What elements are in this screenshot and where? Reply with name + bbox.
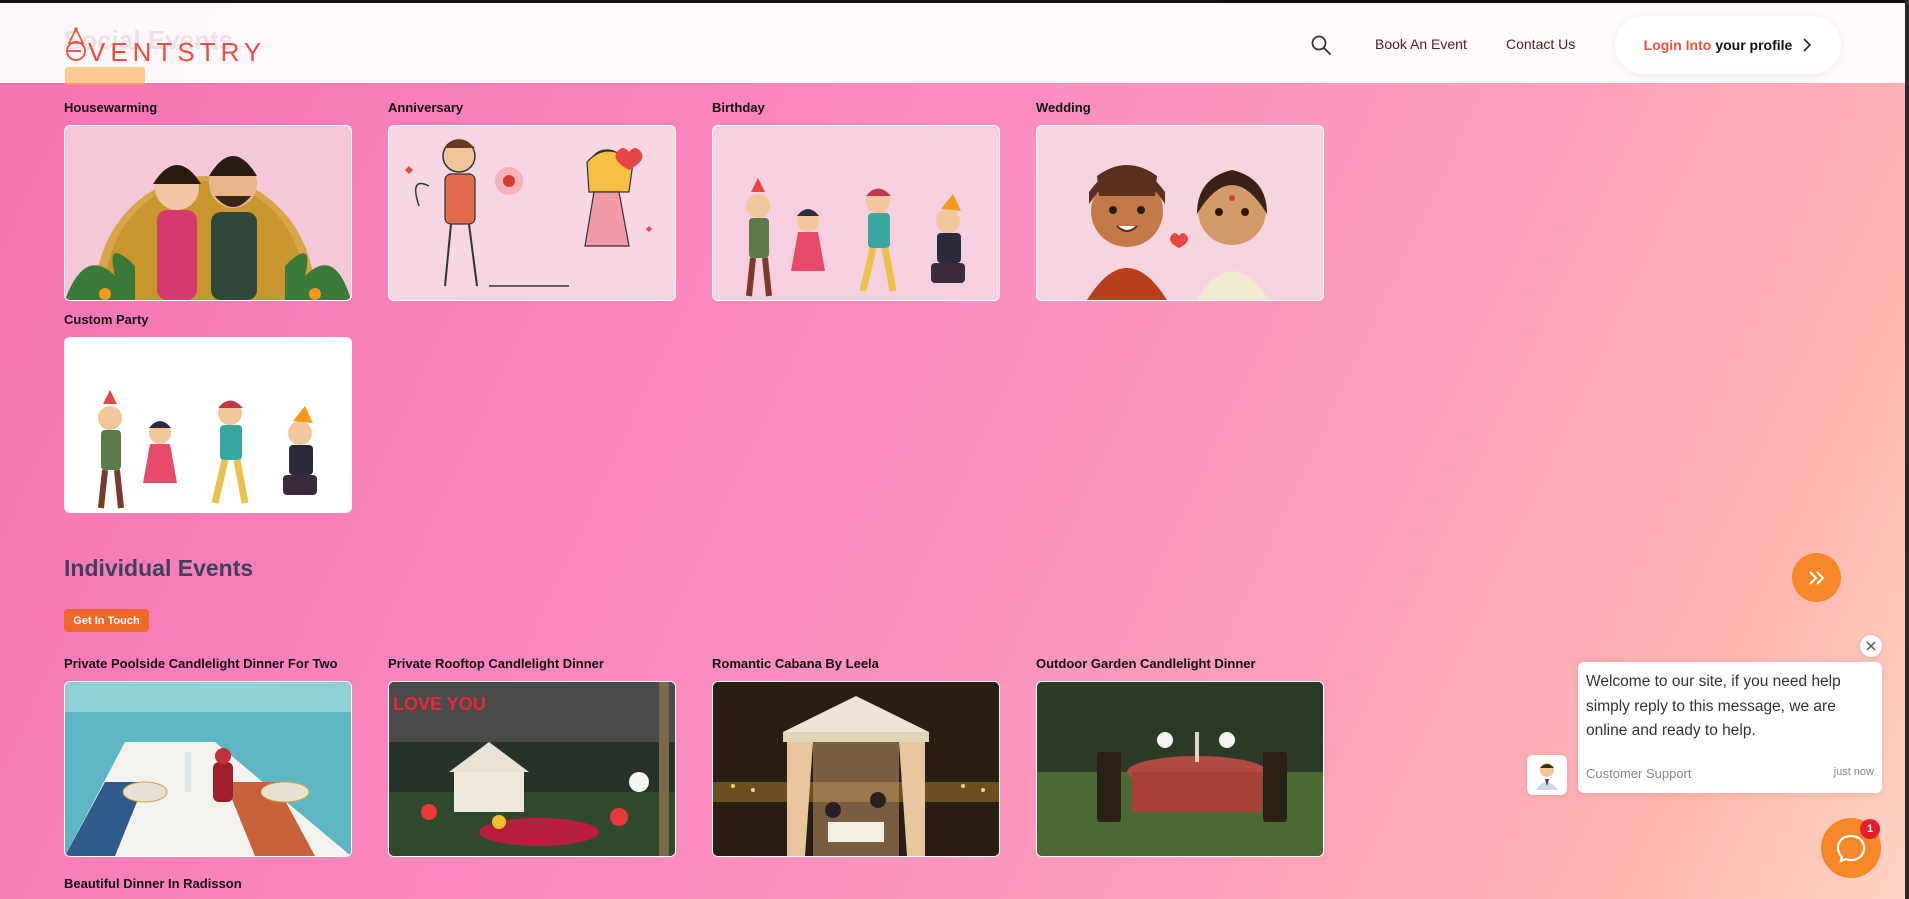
poolside-dinner-photo — [65, 682, 351, 856]
login-button[interactable]: Login Into your profile — [1615, 16, 1841, 74]
chat-message-bubble[interactable]: Welcome to our site, if you need help si… — [1578, 662, 1882, 793]
birthday-illustration — [746, 178, 965, 297]
card-title-custom-party: Custom Party — [64, 312, 149, 327]
chat-sender: Customer Support — [1586, 766, 1692, 781]
nav-contact-us[interactable]: Contact Us — [1506, 36, 1575, 52]
chat-icon — [1836, 834, 1866, 863]
site-header: Social Events VENTSTRY Book An Event Con… — [0, 3, 1905, 85]
card-title-housewarming: Housewarming — [64, 100, 158, 115]
card-custom-party[interactable] — [64, 337, 352, 513]
card-title-birthday: Birthday — [712, 100, 765, 115]
card-cabana[interactable] — [712, 681, 1000, 857]
card-birthday[interactable] — [712, 125, 1000, 301]
anniversary-illustration — [405, 139, 652, 287]
card-housewarming[interactable] — [64, 125, 352, 301]
wedding-illustration — [1087, 165, 1269, 300]
card-title-garden: Outdoor Garden Candlelight Dinner — [1036, 656, 1256, 671]
logo-text: VENTSTRY — [88, 37, 267, 67]
card-anniversary[interactable] — [388, 125, 676, 301]
chat-notification-badge: 1 — [1860, 819, 1880, 839]
card-title-rooftop: Private Rooftop Candlelight Dinner — [388, 656, 604, 671]
card-rooftop-dinner[interactable]: LOVE YOU — [388, 681, 676, 857]
rooftop-dinner-photo: LOVE YOU — [389, 682, 675, 856]
garden-dinner-photo — [1037, 682, 1323, 856]
individual-events-title: Individual Events — [64, 555, 254, 581]
chat-close-button[interactable] — [1860, 635, 1882, 657]
housewarming-illustration — [65, 156, 351, 300]
card-poolside-dinner[interactable] — [64, 681, 352, 857]
nav-book-an-event[interactable]: Book An Event — [1375, 36, 1467, 52]
card-wedding[interactable] — [1036, 125, 1324, 301]
cabana-photo — [713, 682, 999, 856]
logo[interactable]: VENTSTRY — [64, 17, 264, 69]
card-title-cabana: Romantic Cabana By Leela — [712, 656, 879, 671]
card-title-anniversary: Anniversary — [388, 100, 464, 115]
ghost-get-in-touch — [65, 67, 145, 85]
login-accent-text: Login Into — [1643, 37, 1712, 53]
card-title-radisson: Beautiful Dinner In Radisson — [64, 876, 242, 891]
chat-message-text: Welcome to our site, if you need help si… — [1586, 673, 1841, 739]
double-chevron-right-icon — [1808, 570, 1824, 585]
card-title-wedding: Wedding — [1036, 100, 1091, 115]
logo-party-hat-icon — [66, 27, 86, 61]
card-title-poolside: Private Poolside Candlelight Dinner For … — [64, 656, 338, 671]
scroll-forward-button[interactable] — [1792, 553, 1841, 602]
chat-timestamp: just now — [1833, 766, 1874, 778]
custom-party-illustration — [98, 390, 317, 509]
svg-text:LOVE YOU: LOVE YOU — [393, 694, 486, 714]
support-agent-icon — [1536, 763, 1558, 790]
close-icon — [1866, 641, 1876, 651]
card-garden-dinner[interactable] — [1036, 681, 1324, 857]
scrollbar[interactable] — [1905, 0, 1909, 899]
search-icon[interactable] — [1310, 34, 1332, 56]
login-rest-text: your profile — [1715, 37, 1793, 53]
support-avatar — [1527, 755, 1567, 795]
get-in-touch-button[interactable]: Get In Touch — [64, 609, 149, 632]
chevron-right-icon — [1803, 38, 1812, 52]
